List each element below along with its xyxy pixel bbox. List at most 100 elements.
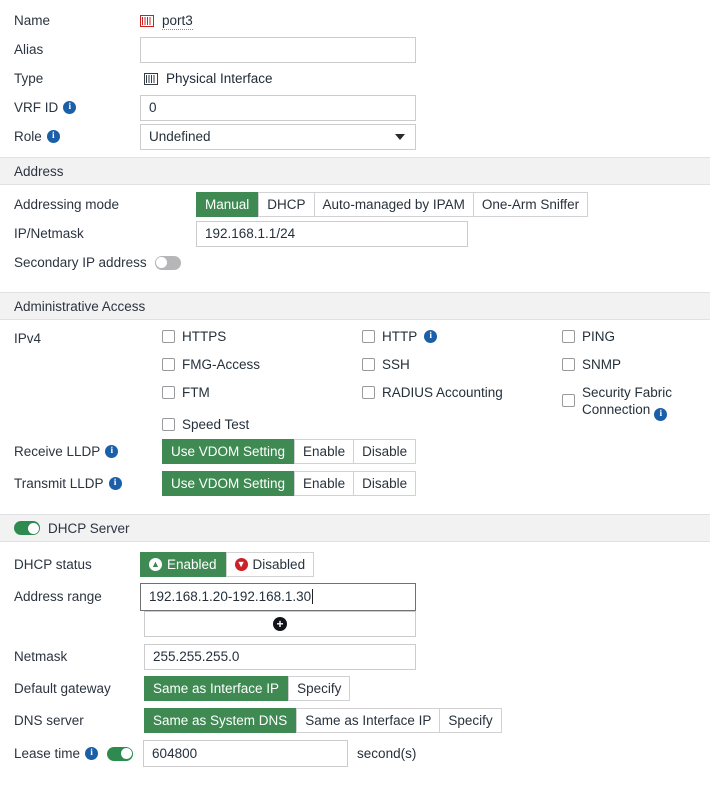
add-address-range-button[interactable]: + [144, 611, 416, 637]
checkbox-https[interactable]: HTTPS [162, 328, 362, 345]
checkbox-label: HTTP [382, 328, 417, 345]
row-default-gateway: Default gateway Same as Interface IP Spe… [0, 674, 710, 703]
checkbox-label: RADIUS Accounting [382, 384, 503, 401]
transmit-lldp-segmented[interactable]: Use VDOM Setting Enable Disable [162, 471, 416, 496]
checkbox-box[interactable] [562, 358, 575, 371]
dns-server-option-same-as-system-dns[interactable]: Same as System DNS [144, 708, 296, 733]
address-range-label: Address range [14, 588, 140, 606]
info-icon[interactable]: i [47, 130, 60, 143]
row-lease-time: Lease time i 604800 second(s) [0, 739, 710, 768]
ip-netmask-input[interactable]: 192.168.1.1/24 [196, 221, 468, 247]
checkbox-label: HTTPS [182, 328, 226, 345]
dhcp-status-segmented[interactable]: ▲ Enabled ▼ Disabled [140, 552, 314, 577]
checkbox-ftm[interactable]: FTM [162, 384, 362, 401]
dhcp-status-enabled-label: Enabled [167, 553, 217, 576]
checkbox-box[interactable] [562, 330, 575, 343]
checkbox-label: Speed Test [182, 416, 249, 433]
checkbox-box[interactable] [162, 386, 175, 399]
default-gateway-segmented[interactable]: Same as Interface IP Specify [144, 676, 350, 701]
transmit-lldp-option-disable[interactable]: Disable [354, 471, 416, 496]
lease-time-toggle[interactable] [107, 747, 133, 761]
transmit-lldp-option-use-vdom-setting[interactable]: Use VDOM Setting [162, 471, 294, 496]
section-title-dhcp-server: DHCP Server [48, 521, 130, 536]
dns-server-option-specify[interactable]: Specify [440, 708, 501, 733]
checkbox-box[interactable] [362, 330, 375, 343]
checkbox-label: FMG-Access [182, 356, 260, 373]
row-role: Role i Undefined [0, 122, 710, 151]
address-range-input[interactable]: 192.168.1.20-192.168.1.30 [140, 583, 416, 611]
info-icon[interactable]: i [424, 330, 437, 343]
vrf-id-input[interactable]: 0 [140, 95, 416, 121]
checkbox-box[interactable] [162, 358, 175, 371]
checkbox-box[interactable] [162, 330, 175, 343]
checkbox-radius-accounting[interactable]: RADIUS Accounting [362, 384, 562, 401]
addressing-mode-option-ipam[interactable]: Auto-managed by IPAM [315, 192, 474, 217]
section-title-address: Address [14, 164, 64, 179]
addressing-mode-label: Addressing mode [14, 196, 140, 214]
info-icon[interactable]: i [105, 445, 118, 458]
checkbox-label: SNMP [582, 356, 621, 373]
network-interface-icon [140, 15, 154, 27]
vrf-id-label-text: VRF ID [14, 99, 58, 117]
default-gateway-option-same-as-interface-ip[interactable]: Same as Interface IP [144, 676, 288, 701]
row-type: Type Physical Interface [0, 64, 710, 93]
row-ip-netmask: IP/Netmask 192.168.1.1/24 [0, 219, 710, 248]
receive-lldp-option-use-vdom-setting[interactable]: Use VDOM Setting [162, 439, 294, 464]
checkbox-ssh[interactable]: SSH [362, 356, 562, 373]
checkbox-speed-test[interactable]: Speed Test [162, 416, 362, 433]
dns-server-option-same-as-interface-ip[interactable]: Same as Interface IP [296, 708, 440, 733]
addressing-mode-option-one-arm-sniffer[interactable]: One-Arm Sniffer [474, 192, 588, 217]
row-dns-server: DNS server Same as System DNS Same as In… [0, 706, 710, 735]
dns-server-segmented[interactable]: Same as System DNS Same as Interface IP … [144, 708, 502, 733]
receive-lldp-option-disable[interactable]: Disable [354, 439, 416, 464]
dhcp-status-disabled-label: Disabled [253, 553, 306, 576]
checkbox-box[interactable] [562, 394, 575, 407]
row-secondary-ip: Secondary IP address [0, 248, 710, 277]
admin-access-column-3: PING SNMP Security Fabric Connectioni [562, 328, 710, 433]
checkbox-security-fabric-connection[interactable]: Security Fabric Connectioni [562, 384, 710, 421]
row-add-address-range: + [0, 611, 710, 637]
info-icon[interactable]: i [63, 101, 76, 114]
interface-name-value[interactable]: port3 [162, 12, 193, 30]
checkbox-fmg-access[interactable]: FMG-Access [162, 356, 362, 373]
row-addressing-mode: Addressing mode Manual DHCP Auto-managed… [0, 190, 710, 219]
checkbox-http[interactable]: HTTP i [362, 328, 562, 345]
receive-lldp-segmented[interactable]: Use VDOM Setting Enable Disable [162, 439, 416, 464]
type-value: Physical Interface [166, 71, 273, 86]
info-icon[interactable]: i [109, 477, 122, 490]
row-netmask: Netmask 255.255.255.0 [0, 642, 710, 671]
checkbox-ping[interactable]: PING [562, 328, 710, 345]
transmit-lldp-option-enable[interactable]: Enable [294, 471, 354, 496]
checkbox-box[interactable] [362, 358, 375, 371]
admin-access-column-1: HTTPS FMG-Access FTM Speed Test [162, 328, 362, 433]
lease-time-input[interactable]: 604800 [143, 740, 348, 767]
addressing-mode-segmented[interactable]: Manual DHCP Auto-managed by IPAM One-Arm… [196, 192, 588, 217]
dhcp-status-option-disabled[interactable]: ▼ Disabled [226, 552, 315, 577]
role-select[interactable]: Undefined [140, 124, 416, 150]
dhcp-status-label: DHCP status [14, 556, 140, 574]
checkbox-box[interactable] [362, 386, 375, 399]
info-icon[interactable]: i [85, 747, 98, 760]
plus-circle-icon: + [273, 617, 287, 631]
secondary-ip-toggle[interactable] [155, 256, 181, 270]
receive-lldp-label-text: Receive LLDP [14, 443, 100, 461]
dhcp-status-option-enabled[interactable]: ▲ Enabled [140, 552, 226, 577]
transmit-lldp-label-text: Transmit LLDP [14, 475, 104, 493]
info-icon[interactable]: i [654, 408, 667, 421]
row-transmit-lldp: Transmit LLDP i Use VDOM Setting Enable … [0, 469, 710, 498]
default-gateway-option-specify[interactable]: Specify [288, 676, 350, 701]
receive-lldp-label: Receive LLDP i [14, 443, 140, 461]
checkbox-snmp[interactable]: SNMP [562, 356, 710, 373]
row-vrf-id: VRF ID i 0 [0, 93, 710, 122]
section-header-administrative-access: Administrative Access [0, 292, 710, 320]
netmask-input[interactable]: 255.255.255.0 [144, 644, 416, 670]
addressing-mode-option-manual[interactable]: Manual [196, 192, 258, 217]
checkbox-label: SSH [382, 356, 410, 373]
addressing-mode-option-dhcp[interactable]: DHCP [258, 192, 314, 217]
receive-lldp-option-enable[interactable]: Enable [294, 439, 354, 464]
checkbox-box[interactable] [162, 418, 175, 431]
alias-input[interactable] [140, 37, 416, 63]
arrow-up-circle-icon: ▲ [149, 558, 162, 571]
dhcp-server-toggle[interactable] [14, 521, 40, 535]
lease-time-label-text: Lease time [14, 745, 80, 763]
